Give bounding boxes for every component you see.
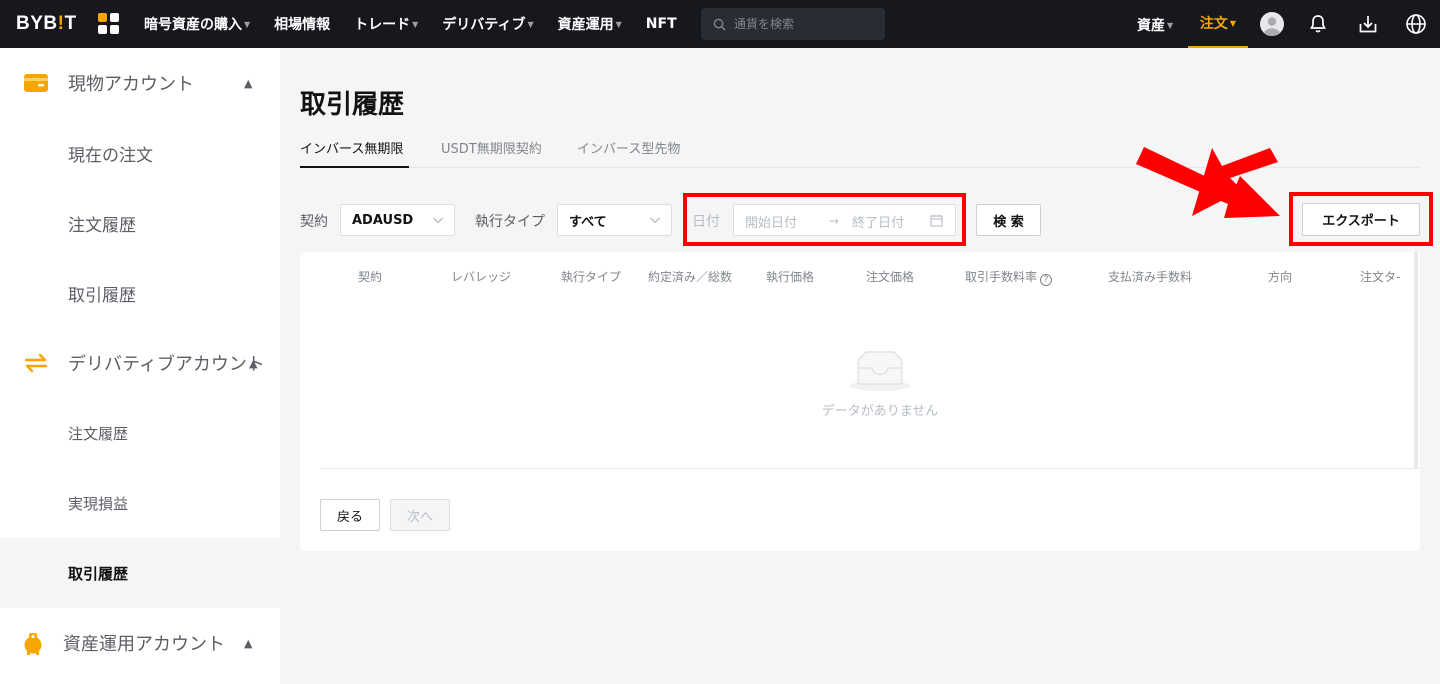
- chevron-up-icon: ▲: [244, 636, 253, 650]
- column-header-contract: 契約: [358, 270, 383, 284]
- bybit-logo[interactable]: BYB!T: [16, 13, 77, 35]
- coin-search[interactable]: [701, 8, 885, 40]
- next-page-button[interactable]: 次へ: [390, 499, 450, 531]
- main-menu: 暗号資産の購入 ▼ 相場情報 トレード ▼ デリバティブ ▼ 資産運用 ▼ NFT: [144, 0, 701, 48]
- bell-icon[interactable]: [1306, 12, 1330, 36]
- caret-down-icon: ▼: [412, 19, 419, 29]
- column-header-direction: 方向: [1268, 270, 1293, 284]
- tab-inverse-perpetual[interactable]: インバース無期限: [300, 138, 403, 157]
- calendar-icon: [930, 214, 943, 227]
- chevron-down-icon: [433, 217, 443, 224]
- exec-type-select[interactable]: すべて: [557, 204, 672, 236]
- search-button[interactable]: 検 索: [976, 204, 1041, 236]
- search-input[interactable]: [734, 17, 874, 31]
- nav-derivatives[interactable]: デリバティブ ▼: [442, 14, 533, 34]
- contract-select-value: ADAUSD: [352, 212, 414, 228]
- sidebar-item-spot-open-orders[interactable]: 現在の注文: [0, 118, 280, 188]
- sidebar-item-deriv-order-history[interactable]: 注文履歴: [0, 398, 280, 468]
- sidebar-section-spot[interactable]: 現物アカウント ▲: [0, 48, 280, 118]
- caret-down-icon: ▼: [244, 19, 251, 29]
- sidebar-section-derivatives[interactable]: デリバティブアカウント ▲: [0, 328, 280, 398]
- caret-down-icon: ▼: [615, 19, 622, 29]
- column-header-filled-total: 約定済み／総数: [648, 270, 733, 284]
- empty-state-text: データがありません: [821, 404, 939, 419]
- avatar-icon[interactable]: [1260, 12, 1284, 36]
- sidebar-item-spot-trade-history[interactable]: 取引履歴: [0, 258, 280, 328]
- chevron-up-icon: ▲: [244, 76, 253, 90]
- nav-trade[interactable]: トレード ▼: [354, 14, 418, 34]
- start-date-input[interactable]: 開始日付: [745, 212, 797, 231]
- nav-earn[interactable]: 資産運用 ▼: [558, 14, 622, 34]
- exec-type-filter-label: 執行タイプ: [475, 214, 545, 230]
- date-filter-label: 日付: [692, 214, 720, 230]
- contract-select[interactable]: ADAUSD: [340, 204, 455, 236]
- nav-nft[interactable]: NFT: [646, 16, 677, 32]
- nav-assets[interactable]: 資産 ▼: [1137, 15, 1173, 35]
- column-header-order-type: 注文タ-: [1360, 270, 1401, 284]
- empty-inbox-icon: [849, 351, 911, 391]
- caret-down-icon: ▼: [527, 19, 534, 29]
- column-header-exec-type: 執行タイプ: [561, 270, 622, 284]
- piggy-bank-icon: [24, 633, 42, 655]
- nav-buy-crypto[interactable]: 暗号資産の購入 ▼: [144, 14, 250, 34]
- column-header-order-price: 注文価格: [866, 270, 915, 284]
- red-arrow-annotation-2: [1192, 148, 1278, 216]
- active-tab-indicator: [300, 166, 409, 168]
- tab-inverse-futures[interactable]: インバース型先物: [577, 138, 680, 157]
- caret-down-icon: ▼: [1229, 18, 1237, 28]
- top-navigation: BYB!T 暗号資産の購入 ▼ 相場情報 トレード ▼ デリバティブ ▼ 資産運用 ▼ …: [0, 0, 1440, 48]
- chevron-up-icon: ▲: [249, 356, 258, 370]
- sidebar-item-deriv-trade-history[interactable]: 取引履歴: [0, 538, 280, 608]
- nav-orders[interactable]: 注文 ▼: [1188, 0, 1248, 48]
- tab-usdt-perpetual[interactable]: USDT無期限契約: [441, 138, 542, 157]
- help-icon[interactable]: ?: [1040, 274, 1053, 286]
- table-scrollbar[interactable]: [1414, 252, 1418, 468]
- exec-type-select-value: すべて: [569, 214, 607, 230]
- caret-down-icon: ▼: [1167, 20, 1174, 30]
- wallet-icon: [24, 74, 48, 92]
- column-header-fees-paid: 支払済み手数料: [1108, 270, 1193, 284]
- search-icon: [713, 18, 726, 31]
- table-divider: [320, 468, 1420, 469]
- column-header-leverage: レバレッジ: [451, 270, 512, 284]
- sidebar-item-spot-order-history[interactable]: 注文履歴: [0, 188, 280, 258]
- arrow-right-icon: →: [829, 214, 840, 228]
- account-sidebar: 現物アカウント ▲ 現在の注文 注文履歴 取引履歴 デリバティブアカウント ▲ …: [0, 48, 280, 684]
- page-title: 取引履歴: [300, 90, 405, 120]
- globe-icon[interactable]: [1404, 12, 1428, 36]
- sidebar-item-deriv-realized-pnl[interactable]: 実現損益: [0, 468, 280, 538]
- download-icon[interactable]: [1356, 12, 1380, 36]
- chevron-down-icon: [650, 217, 660, 224]
- column-header-fee-rate: 取引手数料率?: [965, 268, 1053, 286]
- nav-markets[interactable]: 相場情報: [274, 14, 330, 34]
- contract-filter-label: 契約: [300, 214, 328, 230]
- date-range-picker[interactable]: 開始日付 → 終了日付: [733, 204, 956, 236]
- export-button[interactable]: エクスポート: [1302, 203, 1420, 236]
- prev-page-button[interactable]: 戻る: [320, 499, 380, 531]
- swap-arrows-icon: [24, 353, 48, 373]
- sidebar-section-earn[interactable]: 資産運用アカウント ▲: [0, 608, 280, 678]
- column-header-exec-price: 執行価格: [766, 270, 815, 284]
- apps-grid-icon[interactable]: [98, 13, 119, 34]
- end-date-input[interactable]: 終了日付: [852, 212, 904, 231]
